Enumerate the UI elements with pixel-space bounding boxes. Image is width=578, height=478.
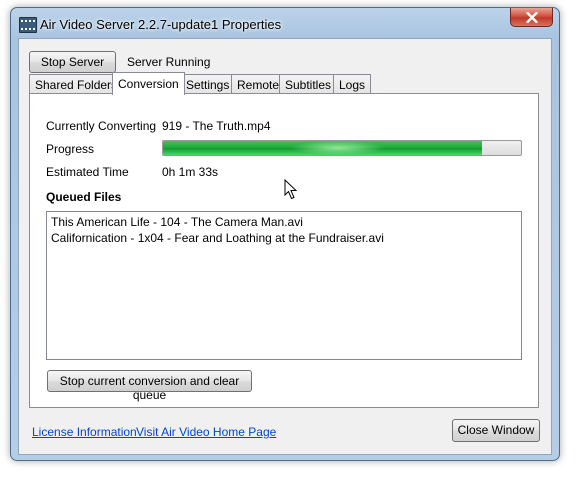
tab-conversion[interactable]: Conversion (112, 72, 185, 95)
list-item[interactable]: Californication - 1x04 - Fear and Loathi… (51, 230, 517, 246)
title-bar[interactable]: Air Video Server 2.2.7-update1 Propertie… (11, 8, 559, 38)
server-status-text: Server Running (127, 55, 211, 69)
list-item[interactable]: This American Life - 104 - The Camera Ma… (51, 214, 517, 230)
progress-glow (290, 141, 387, 155)
conversion-progress-bar (162, 140, 522, 156)
home-page-link[interactable]: Visit Air Video Home Page (136, 425, 276, 439)
close-window-titlebar-button[interactable] (510, 8, 553, 27)
progress-label: Progress (46, 142, 95, 156)
license-information-link[interactable]: License Information (32, 425, 137, 439)
queued-files-list[interactable]: This American Life - 104 - The Camera Ma… (46, 211, 522, 360)
tab-remote[interactable]: Remote (231, 74, 286, 94)
estimated-time-value: 0h 1m 33s (162, 165, 219, 179)
close-icon (526, 12, 538, 23)
currently-converting-label: Currently Converting (46, 119, 157, 133)
tab-shared-folders[interactable]: Shared Folders (29, 74, 124, 94)
progress-fill (163, 141, 482, 155)
window-title: Air Video Server 2.2.7-update1 Propertie… (40, 17, 282, 32)
film-strip-icon (19, 17, 37, 33)
stop-conversion-clear-queue-button[interactable]: Stop current conversion and clear queue (47, 370, 252, 402)
tab-logs[interactable]: Logs (333, 74, 372, 94)
close-window-button[interactable]: Close Window (452, 419, 540, 442)
stop-server-button[interactable]: Stop Server (29, 51, 116, 73)
tab-settings[interactable]: Settings (180, 74, 236, 94)
estimated-time-label: Estimated Time (46, 165, 129, 179)
mouse-cursor-icon (284, 179, 298, 200)
queued-files-heading: Queued Files (46, 190, 122, 204)
tab-subtitles[interactable]: Subtitles (279, 74, 338, 94)
currently-converting-value: 919 - The Truth.mp4 (162, 119, 271, 133)
